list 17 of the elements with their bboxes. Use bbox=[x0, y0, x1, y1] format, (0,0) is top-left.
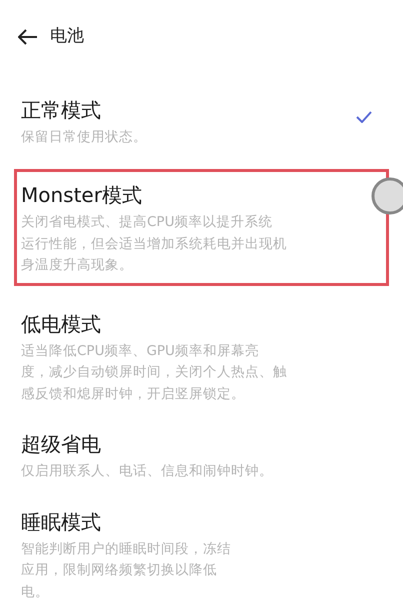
mode-option[interactable]: 睡眠模式 智能判断用户的睡眠时间段，冻结 应用，限制网络频繁切换以降低 电。 bbox=[14, 504, 389, 603]
mode-title: Monster模式 bbox=[21, 182, 143, 209]
mode-description: 适当降低CPU频率、GPU频率和屏幕亮 度，减少自动锁屏时间，关闭个人热点、触 感反馈和熄屏时钟，开启竖屏锁定。 bbox=[21, 342, 287, 404]
back-icon[interactable] bbox=[18, 28, 38, 45]
mode-title: 低电模式 bbox=[21, 310, 102, 338]
mode-option[interactable]: Monster模式 关闭省电模式、提高CPU频率以提升系统 运行性能，但会适当增加系统耗电并出现机 身温度升高现象。 bbox=[14, 169, 389, 286]
mode-option[interactable]: 超级省电 仅启用联系人、电话、信息和闹钟时钟。 bbox=[14, 426, 389, 504]
mode-description: 智能判断用户的睡眠时间段，冻结 应用，限制网络频繁切换以降低 电。 bbox=[21, 540, 231, 602]
mode-description: 仅启用联系人、电话、信息和闹钟时钟。 bbox=[21, 462, 273, 481]
mode-description: 关闭省电模式、提高CPU频率以提升系统 运行性能，但会适当增加系统耗电并出现机 身温度升高现象。 bbox=[21, 213, 287, 275]
mode-title: 超级省电 bbox=[21, 431, 102, 458]
mode-option[interactable]: 低电模式 适当降低CPU频率、GPU频率和屏幕亮 度，减少自动锁屏时间，关闭个人热点、触 感反馈和熄屏时钟，开启竖屏锁定。 bbox=[14, 306, 389, 426]
mode-title: 正常模式 bbox=[21, 96, 102, 124]
page-title: 电池 bbox=[50, 25, 84, 48]
mode-option[interactable]: 正常模式 保留日常使用状态。 bbox=[14, 92, 389, 169]
mode-description: 保留日常使用状态。 bbox=[21, 128, 147, 146]
mode-title: 睡眠模式 bbox=[21, 508, 102, 536]
